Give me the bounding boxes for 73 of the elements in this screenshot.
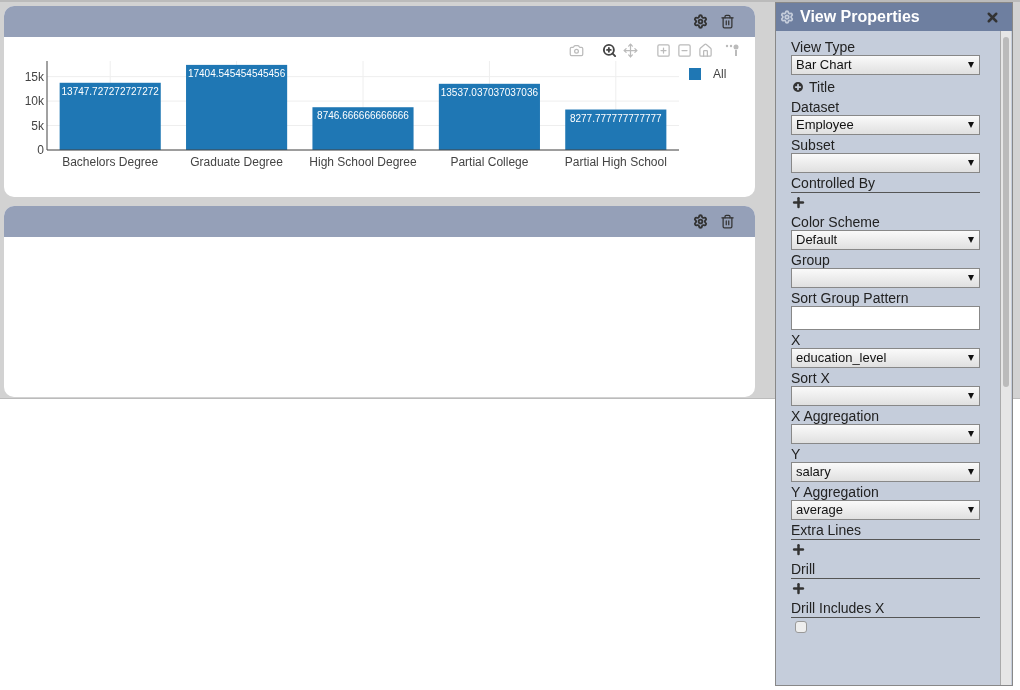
- trash-icon[interactable]: [720, 14, 735, 29]
- caret-icon: [968, 507, 974, 513]
- camera-icon[interactable]: [569, 42, 584, 58]
- section-label: Drill Includes X: [791, 600, 980, 618]
- field-label: Dataset: [791, 99, 841, 115]
- bar-value-label: 13747.727272727272: [61, 85, 159, 97]
- axis-tick-label: 5k: [31, 118, 44, 133]
- axis-tick-label: 0: [37, 143, 44, 157]
- bar-value-label: 17404.545454545456: [187, 67, 286, 79]
- add-icon[interactable]: [791, 195, 806, 210]
- section-label: Extra Lines: [791, 522, 980, 540]
- caret-icon: [968, 355, 974, 361]
- add-icon[interactable]: [791, 581, 806, 596]
- category-label: Partial High School: [564, 155, 667, 169]
- bar-value-label: 13537.037037037036: [440, 86, 539, 98]
- bar-value-label: 8746.666666666666: [317, 110, 409, 122]
- category-label: Bachelors Degree: [62, 155, 159, 169]
- legend-label[interactable]: All: [713, 65, 727, 83]
- caret-icon: [968, 237, 974, 243]
- plus-circle-icon: [791, 80, 805, 94]
- settings-icon: [780, 10, 794, 24]
- field-label: Group: [791, 252, 831, 268]
- home-icon[interactable]: [698, 42, 713, 58]
- select-dropdown[interactable]: [791, 268, 980, 288]
- scrollbar[interactable]: [1000, 31, 1011, 685]
- spike-lines-icon[interactable]: [725, 43, 739, 57]
- section-label: Controlled By: [791, 175, 980, 193]
- select-dropdown[interactable]: Bar Chart: [791, 55, 980, 75]
- caret-icon: [968, 393, 974, 399]
- zoom-out-icon[interactable]: [677, 42, 692, 58]
- category-label: Partial College: [450, 155, 529, 169]
- select-dropdown[interactable]: [791, 424, 980, 444]
- category-label: Graduate Degree: [190, 155, 283, 169]
- caret-icon: [968, 122, 974, 128]
- bar-value-label: 8277.777777777777: [569, 112, 662, 124]
- field-label: Y Aggregation: [791, 484, 880, 500]
- select-dropdown[interactable]: average: [791, 500, 980, 520]
- zoom-in-icon[interactable]: [656, 42, 671, 58]
- field-label: View Type: [791, 39, 857, 55]
- field-label: Y: [791, 446, 802, 462]
- field-label: Sort X: [791, 370, 831, 386]
- caret-icon: [968, 431, 974, 437]
- select-dropdown[interactable]: [791, 386, 980, 406]
- close-icon[interactable]: [985, 9, 1000, 25]
- field-label: Subset: [791, 137, 836, 153]
- axis-tick-label: 10k: [24, 94, 44, 109]
- axis-tick-label: 15k: [24, 69, 44, 84]
- settings-icon[interactable]: [693, 14, 708, 29]
- settings-icon[interactable]: [693, 214, 708, 229]
- add-icon[interactable]: [791, 542, 806, 557]
- zoom-icon[interactable]: [602, 42, 617, 58]
- category-label: High School Degree: [309, 155, 417, 169]
- legend-swatch[interactable]: [689, 68, 701, 80]
- select-dropdown[interactable]: [791, 153, 980, 173]
- caret-icon: [968, 275, 974, 281]
- input-field[interactable]: [791, 306, 980, 330]
- caret-icon: [968, 469, 974, 475]
- field-label: Color Scheme: [791, 214, 881, 230]
- select-dropdown[interactable]: education_level: [791, 348, 980, 368]
- select-dropdown[interactable]: Employee: [791, 115, 980, 135]
- field-label: X: [791, 332, 802, 348]
- caret-icon: [968, 160, 974, 166]
- checkbox[interactable]: [795, 621, 807, 633]
- pan-icon[interactable]: [623, 42, 638, 58]
- add-title-button[interactable]: Title: [791, 77, 1000, 97]
- select-dropdown[interactable]: Default: [791, 230, 980, 250]
- select-dropdown[interactable]: salary: [791, 462, 980, 482]
- trash-icon[interactable]: [720, 214, 735, 229]
- field-label: Sort Group Pattern: [791, 290, 910, 306]
- caret-icon: [968, 62, 974, 68]
- panel-title: View Properties: [800, 7, 921, 27]
- section-label: Drill: [791, 561, 980, 579]
- field-label: X Aggregation: [791, 408, 880, 424]
